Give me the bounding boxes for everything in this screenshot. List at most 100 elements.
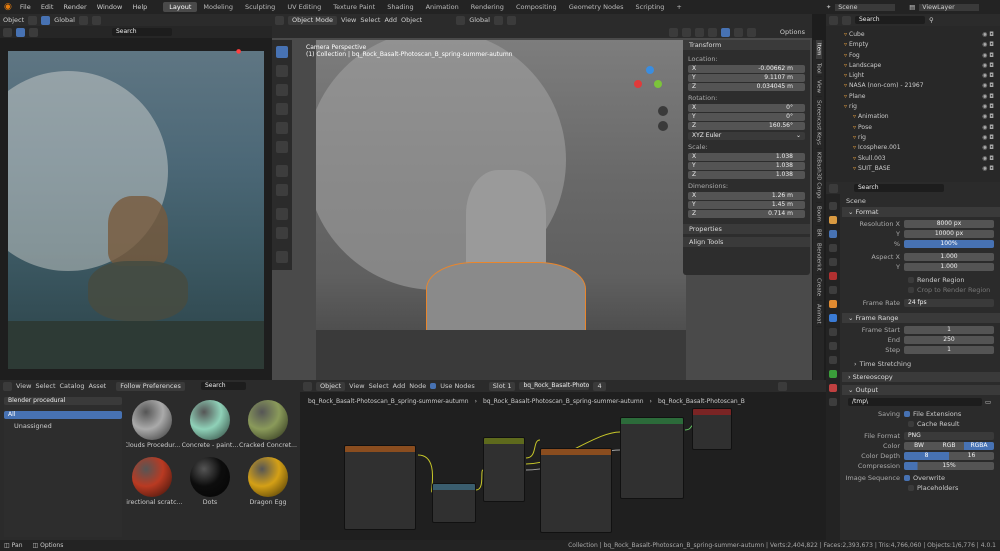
visibility-icon[interactable]: ◉ ◘	[982, 40, 994, 50]
frame-end-field[interactable]: 250	[904, 336, 994, 344]
compression-field[interactable]: 15%	[904, 462, 994, 470]
frame-range-header[interactable]: ⌄ Frame Range	[842, 313, 1000, 323]
view-layer-name[interactable]: ViewLayer	[919, 3, 980, 11]
tab-animation[interactable]: Animation	[420, 2, 465, 12]
cursor-tool-icon[interactable]	[276, 65, 288, 77]
overwrite-checkbox[interactable]	[904, 475, 910, 481]
tab-shading[interactable]: Shading	[381, 2, 419, 12]
menu-file[interactable]: File	[20, 3, 31, 11]
color-rgb-button[interactable]: RGB	[934, 442, 964, 450]
outliner-item[interactable]: ▿ rig ◉ ◘	[826, 133, 1000, 143]
image-search-input[interactable]: Search	[112, 28, 172, 36]
resolution-y-field[interactable]: 10000 px	[904, 230, 994, 238]
viewport-type-icon[interactable]	[275, 15, 284, 25]
stereoscopy-header[interactable]: › Stereoscopy	[842, 372, 1000, 382]
pan-icon[interactable]	[658, 121, 668, 131]
tab-br[interactable]: BR	[815, 226, 822, 241]
depth-16-button[interactable]: 16	[949, 452, 994, 460]
blender-logo-icon[interactable]: ◉	[4, 2, 12, 12]
outliner-item[interactable]: ▿ rig ◉ ◘	[826, 102, 1000, 112]
world-tab-icon[interactable]	[829, 272, 837, 280]
frame-rate-select[interactable]: 24 fps	[904, 299, 994, 307]
outliner-item[interactable]: ▿ SUIT_BASE ◉ ◘	[826, 164, 1000, 174]
scale-z-field[interactable]: Z 1.038	[688, 171, 805, 179]
tool-tab-icon[interactable]	[829, 202, 837, 210]
properties-type-icon[interactable]	[829, 183, 838, 193]
color-bw-button[interactable]: BW	[904, 442, 934, 450]
visibility-icon[interactable]: ◉ ◘	[982, 81, 994, 91]
outliner-item[interactable]: ▿ Light ◉ ◘	[826, 71, 1000, 81]
depth-8-button[interactable]: 8	[904, 452, 949, 460]
scene-tab-icon[interactable]	[829, 258, 837, 266]
menu-object[interactable]: Object	[401, 16, 422, 24]
properties-section[interactable]: Properties	[683, 224, 810, 234]
texture-tab-icon[interactable]	[829, 398, 837, 406]
editor-type-icon[interactable]	[28, 15, 38, 25]
outliner-item[interactable]: ▿ Cube ◉ ◘	[826, 30, 1000, 40]
visibility-icon[interactable]: ◉ ◘	[982, 92, 994, 102]
menu-asset[interactable]: Asset	[88, 382, 106, 390]
tab-rendering[interactable]: Rendering	[465, 2, 510, 12]
visibility-icon[interactable]: ◉ ◘	[982, 30, 994, 40]
move-tool-icon[interactable]	[276, 84, 288, 96]
dimensions-z-field[interactable]: Z 0.714 m	[688, 210, 805, 218]
tab-item[interactable]: Item	[815, 40, 822, 60]
material-shading-icon[interactable]	[733, 27, 743, 37]
dimensions-x-field[interactable]: X 1.26 m	[688, 192, 805, 200]
tab-blenderkit[interactable]: Blenderkit	[815, 240, 822, 276]
snap-icon[interactable]	[506, 15, 516, 25]
visibility-icon[interactable]: ◉ ◘	[982, 112, 994, 122]
percentage-field[interactable]: 100%	[904, 240, 994, 248]
tab-layout[interactable]: Layout	[163, 2, 198, 12]
visibility-icon[interactable]: ◉ ◘	[982, 123, 994, 133]
resolution-x-field[interactable]: 8000 px	[904, 220, 994, 228]
visibility-icon[interactable]: ◉ ◘	[982, 51, 994, 61]
properties-search-input[interactable]: Search	[854, 184, 944, 192]
catalog-unassigned[interactable]: Unassigned	[4, 422, 122, 431]
select-tool-icon[interactable]	[276, 46, 288, 58]
outliner-item[interactable]: ▿ Icosphere.001 ◉ ◘	[826, 143, 1000, 153]
zoom-icon[interactable]	[658, 106, 668, 116]
scale-y-field[interactable]: Y 1.038	[688, 162, 805, 170]
z-axis-icon[interactable]	[646, 66, 654, 74]
orientation-select[interactable]: Global	[469, 16, 490, 24]
visibility-icon[interactable]: ◉ ◘	[982, 164, 994, 174]
asset-thumbnail[interactable]	[248, 457, 288, 497]
pivot-icon[interactable]	[493, 15, 503, 25]
asset-search-input[interactable]: Search	[200, 382, 246, 390]
menu-catalog[interactable]: Catalog	[60, 382, 85, 390]
color-rgba-button[interactable]: RGBA	[964, 442, 994, 450]
output-path-field[interactable]: /tmp\	[848, 398, 982, 406]
navigation-gizmo[interactable]	[632, 66, 672, 136]
rotation-mode-select[interactable]: XYZ Euler ⌄	[688, 132, 805, 140]
constraints-tab-icon[interactable]	[829, 356, 837, 364]
rotation-y-field[interactable]: Y 0°	[688, 113, 805, 121]
outliner-type-icon[interactable]	[829, 15, 838, 25]
rotate-tool-icon[interactable]	[276, 103, 288, 115]
tab-create[interactable]: Create	[815, 275, 822, 301]
scale-x-field[interactable]: X 1.038	[688, 153, 805, 161]
rendered-shading-icon[interactable]	[746, 27, 756, 37]
x-axis-icon[interactable]	[634, 80, 642, 88]
tab-view[interactable]: View	[815, 77, 822, 98]
display-mode-icon[interactable]	[842, 15, 851, 25]
location-x-field[interactable]: X -0.00662 m	[688, 65, 805, 73]
gizmo-icon[interactable]	[681, 27, 691, 37]
frame-step-field[interactable]: 1	[904, 346, 994, 354]
visibility-icon[interactable]: ◉ ◘	[982, 102, 994, 112]
tab-scripting[interactable]: Scripting	[630, 2, 671, 12]
menu-window[interactable]: Window	[97, 3, 123, 11]
select-mode-icon[interactable]	[16, 27, 25, 37]
solid-shading-icon[interactable]	[720, 27, 730, 37]
placeholders-checkbox[interactable]	[908, 485, 914, 491]
collection-tab-icon[interactable]	[829, 286, 837, 294]
menu-help[interactable]: Help	[132, 3, 147, 11]
sidebar-toggle-icon[interactable]	[778, 382, 787, 391]
menu-add[interactable]: Add	[384, 16, 397, 24]
output-tab-icon[interactable]	[829, 230, 837, 238]
tab-tool[interactable]: Tool	[815, 60, 822, 78]
aspect-y-field[interactable]: 1.000	[904, 263, 994, 271]
location-z-field[interactable]: Z 0.034045 m	[688, 83, 805, 91]
scale-tool-icon[interactable]	[276, 122, 288, 134]
outliner-item[interactable]: ▿ Landscape ◉ ◘	[826, 61, 1000, 71]
